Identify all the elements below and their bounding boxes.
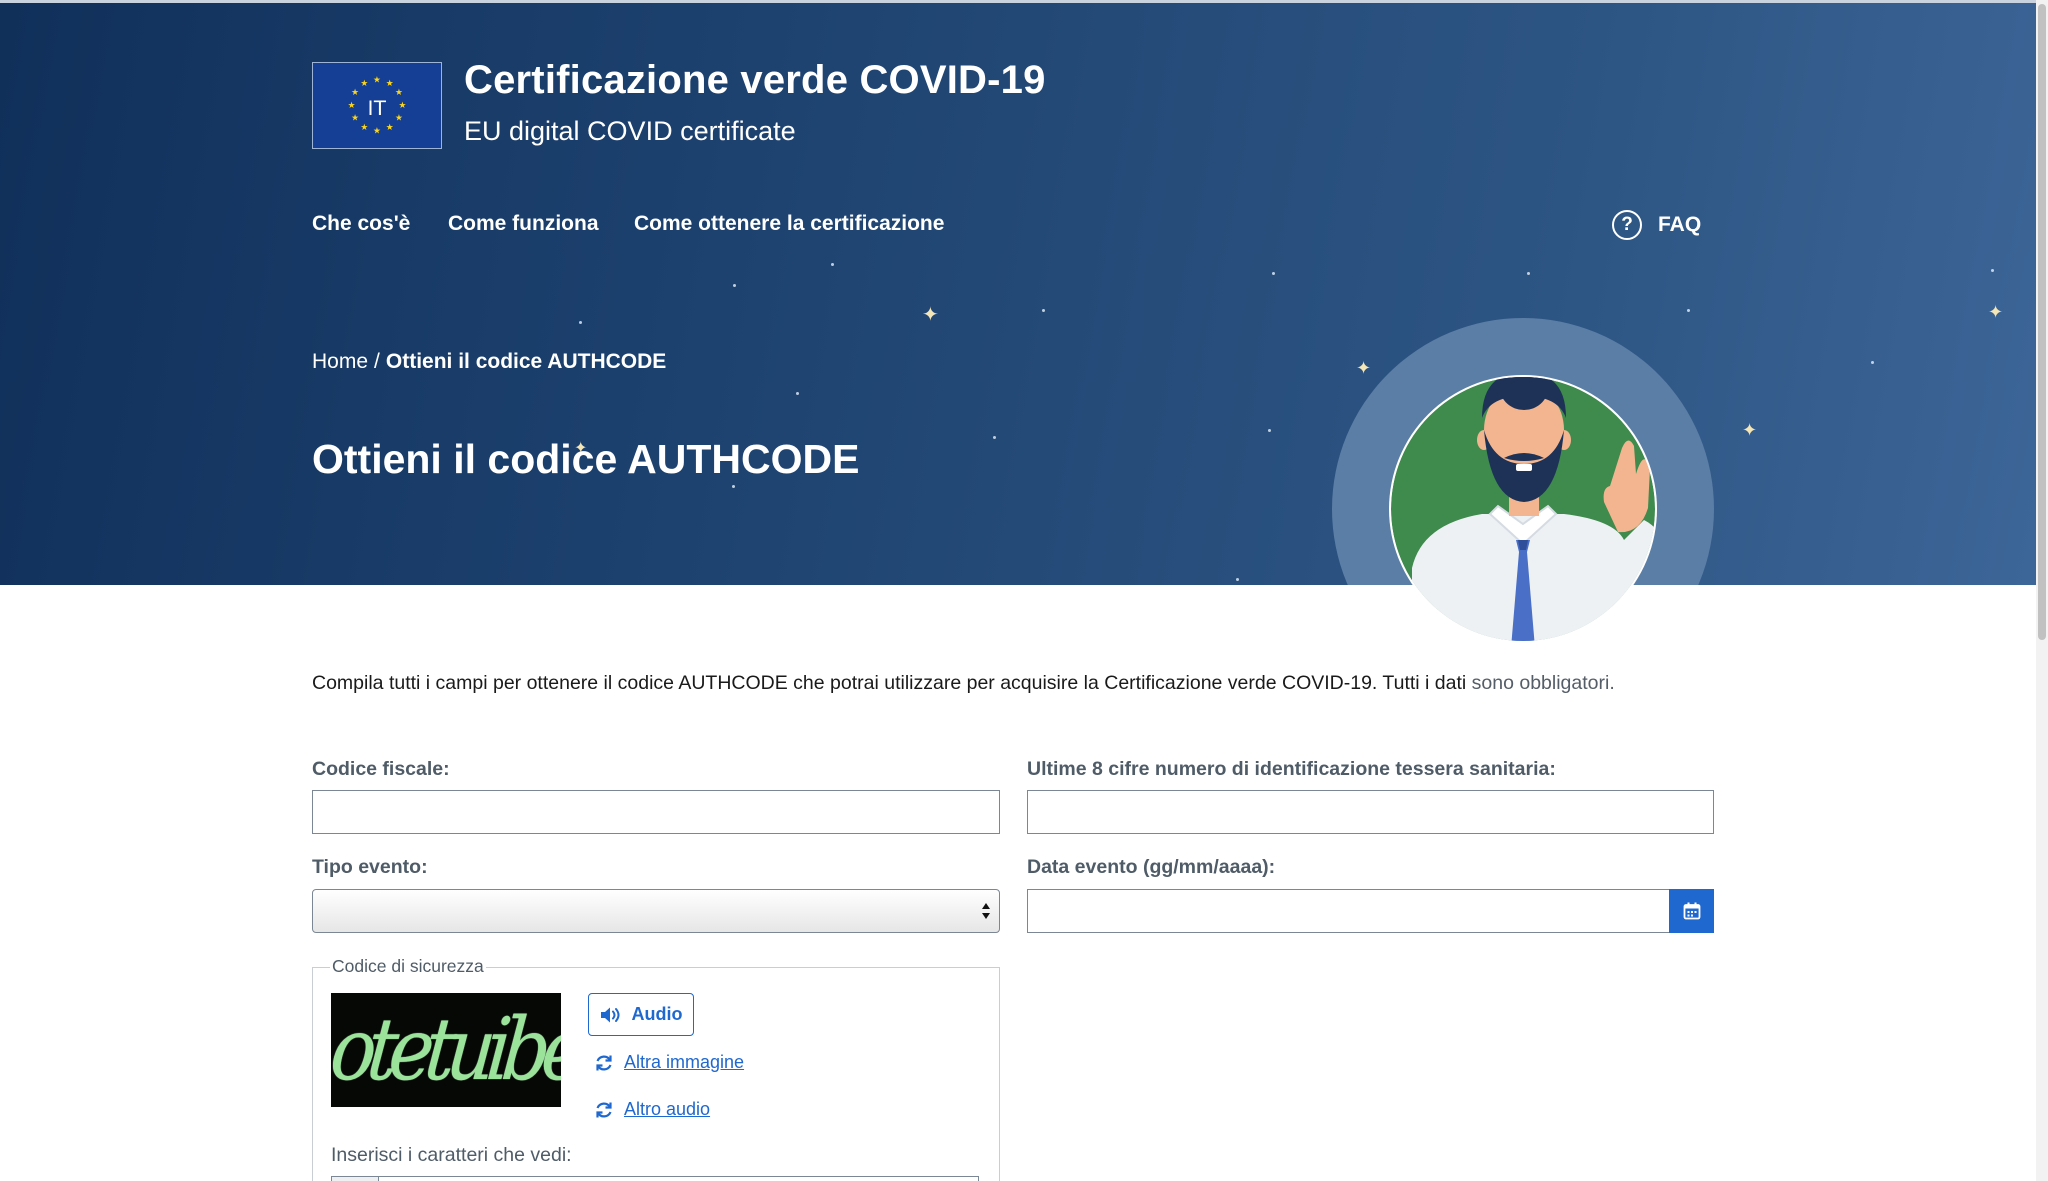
data-evento-label: Data evento (gg/mm/aaaa): bbox=[1027, 856, 1276, 878]
nav-che-cose[interactable]: Che cos'è bbox=[312, 212, 410, 236]
captcha-image: otetuibe bbox=[331, 993, 561, 1107]
svg-text:★: ★ bbox=[386, 123, 394, 133]
svg-text:★: ★ bbox=[373, 76, 381, 86]
svg-text:★: ★ bbox=[351, 114, 359, 124]
audio-label: Audio bbox=[631, 1004, 683, 1024]
tipo-evento-label: Tipo evento: bbox=[312, 856, 428, 878]
dot-decoration bbox=[1042, 309, 1045, 312]
altro-audio-link[interactable]: Altro audio bbox=[594, 1099, 710, 1120]
dot-decoration bbox=[1272, 272, 1275, 275]
dot-decoration bbox=[1236, 578, 1239, 581]
dot-decoration bbox=[1527, 272, 1530, 275]
svg-text:★: ★ bbox=[386, 79, 394, 89]
star-decoration: ✦ bbox=[1988, 302, 2004, 323]
nav-come-funziona[interactable]: Come funziona bbox=[448, 212, 599, 236]
dot-decoration bbox=[796, 392, 799, 395]
dot-decoration bbox=[993, 436, 996, 439]
faq-label: FAQ bbox=[1658, 213, 1702, 236]
altro-audio-label: Altro audio bbox=[624, 1099, 711, 1119]
altra-immagine-label: Altra immagine bbox=[624, 1052, 745, 1072]
faq-link[interactable]: ? FAQ bbox=[1612, 210, 1701, 240]
site-title[interactable]: Certificazione verde COVID-19 bbox=[464, 58, 1046, 103]
eu-flag-graphic: ★ ★ ★ ★ ★ ★ ★ ★ ★ ★ ★ ★ IT bbox=[348, 76, 407, 137]
svg-text:★: ★ bbox=[398, 101, 406, 111]
dot-decoration bbox=[1991, 269, 1994, 272]
breadcrumb: Home / Ottieni il codice AUTHCODE bbox=[312, 350, 666, 374]
svg-text:★: ★ bbox=[373, 126, 381, 136]
top-border bbox=[0, 0, 2036, 3]
svg-text:★: ★ bbox=[360, 123, 368, 133]
star-decoration: ✦ bbox=[922, 302, 939, 326]
star-decoration: ✦ bbox=[1742, 420, 1758, 441]
tessera-sanitaria-input[interactable] bbox=[1027, 790, 1714, 834]
hero-banner: ✦ ✦ ✦ ✦ ✦ ★ ★ ★ ★ ★ ★ ★ ★ ★ ★ ★ ★ IT Cer… bbox=[0, 0, 2036, 585]
nav-come-ottenere[interactable]: Come ottenere la certificazione bbox=[634, 212, 944, 236]
dot-decoration bbox=[1687, 309, 1690, 312]
dot-decoration bbox=[733, 284, 736, 287]
altra-immagine-link[interactable]: Altra immagine bbox=[594, 1052, 744, 1073]
calendar-button[interactable] bbox=[1669, 889, 1714, 933]
tessera-label: Ultime 8 cifre numero di identificazione… bbox=[1027, 758, 1556, 780]
svg-text:★: ★ bbox=[348, 101, 356, 111]
breadcrumb-home[interactable]: Home bbox=[312, 350, 368, 373]
svg-text:★: ★ bbox=[395, 88, 403, 98]
security-code-legend: Codice di sicurezza bbox=[330, 956, 486, 977]
man-waving-illustration bbox=[1332, 318, 1714, 700]
codice-fiscale-input[interactable] bbox=[312, 790, 1000, 834]
dot-decoration bbox=[1268, 429, 1271, 432]
flag-code: IT bbox=[367, 96, 386, 120]
page-scrollbar[interactable] bbox=[2036, 0, 2048, 1181]
calendar-icon bbox=[1683, 902, 1700, 920]
help-circle-icon: ? bbox=[1612, 210, 1642, 240]
select-arrows-icon bbox=[982, 903, 990, 919]
captcha-image-text: otetuibe bbox=[331, 1000, 561, 1100]
refresh-icon bbox=[596, 1102, 612, 1117]
eu-flag-icon: ★ ★ ★ ★ ★ ★ ★ ★ ★ ★ ★ ★ IT bbox=[312, 62, 442, 149]
site-subtitle: EU digital COVID certificate bbox=[464, 116, 796, 146]
intro-required-note: sono obbligatori. bbox=[1471, 672, 1615, 694]
dot-decoration bbox=[1871, 361, 1874, 364]
svg-text:★: ★ bbox=[351, 88, 359, 98]
intro-text: Compila tutti i campi per ottenere il co… bbox=[312, 672, 1615, 695]
dot-decoration bbox=[732, 485, 735, 488]
captcha-input[interactable] bbox=[331, 1176, 979, 1181]
breadcrumb-separator: / bbox=[374, 350, 380, 373]
intro-main: Compila tutti i campi per ottenere il co… bbox=[312, 672, 1472, 694]
speaker-icon bbox=[600, 1007, 619, 1022]
refresh-icon bbox=[596, 1055, 612, 1070]
svg-text:★: ★ bbox=[360, 79, 368, 89]
breadcrumb-current: Ottieni il codice AUTHCODE bbox=[385, 350, 667, 373]
page-title: Ottieni il codice AUTHCODE bbox=[312, 436, 860, 482]
tipo-evento-select[interactable] bbox=[312, 889, 1000, 933]
audio-button[interactable]: Audio bbox=[588, 993, 694, 1036]
svg-text:★: ★ bbox=[395, 114, 403, 124]
captcha-input-addon bbox=[332, 1177, 379, 1181]
dot-decoration bbox=[579, 321, 582, 324]
captcha-input-label: Inserisci i caratteri che vedi: bbox=[331, 1144, 572, 1166]
dot-decoration bbox=[831, 263, 834, 266]
scrollbar-thumb[interactable] bbox=[2038, 4, 2046, 640]
data-evento-input[interactable] bbox=[1027, 889, 1670, 933]
codice-fiscale-label: Codice fiscale: bbox=[312, 758, 450, 780]
